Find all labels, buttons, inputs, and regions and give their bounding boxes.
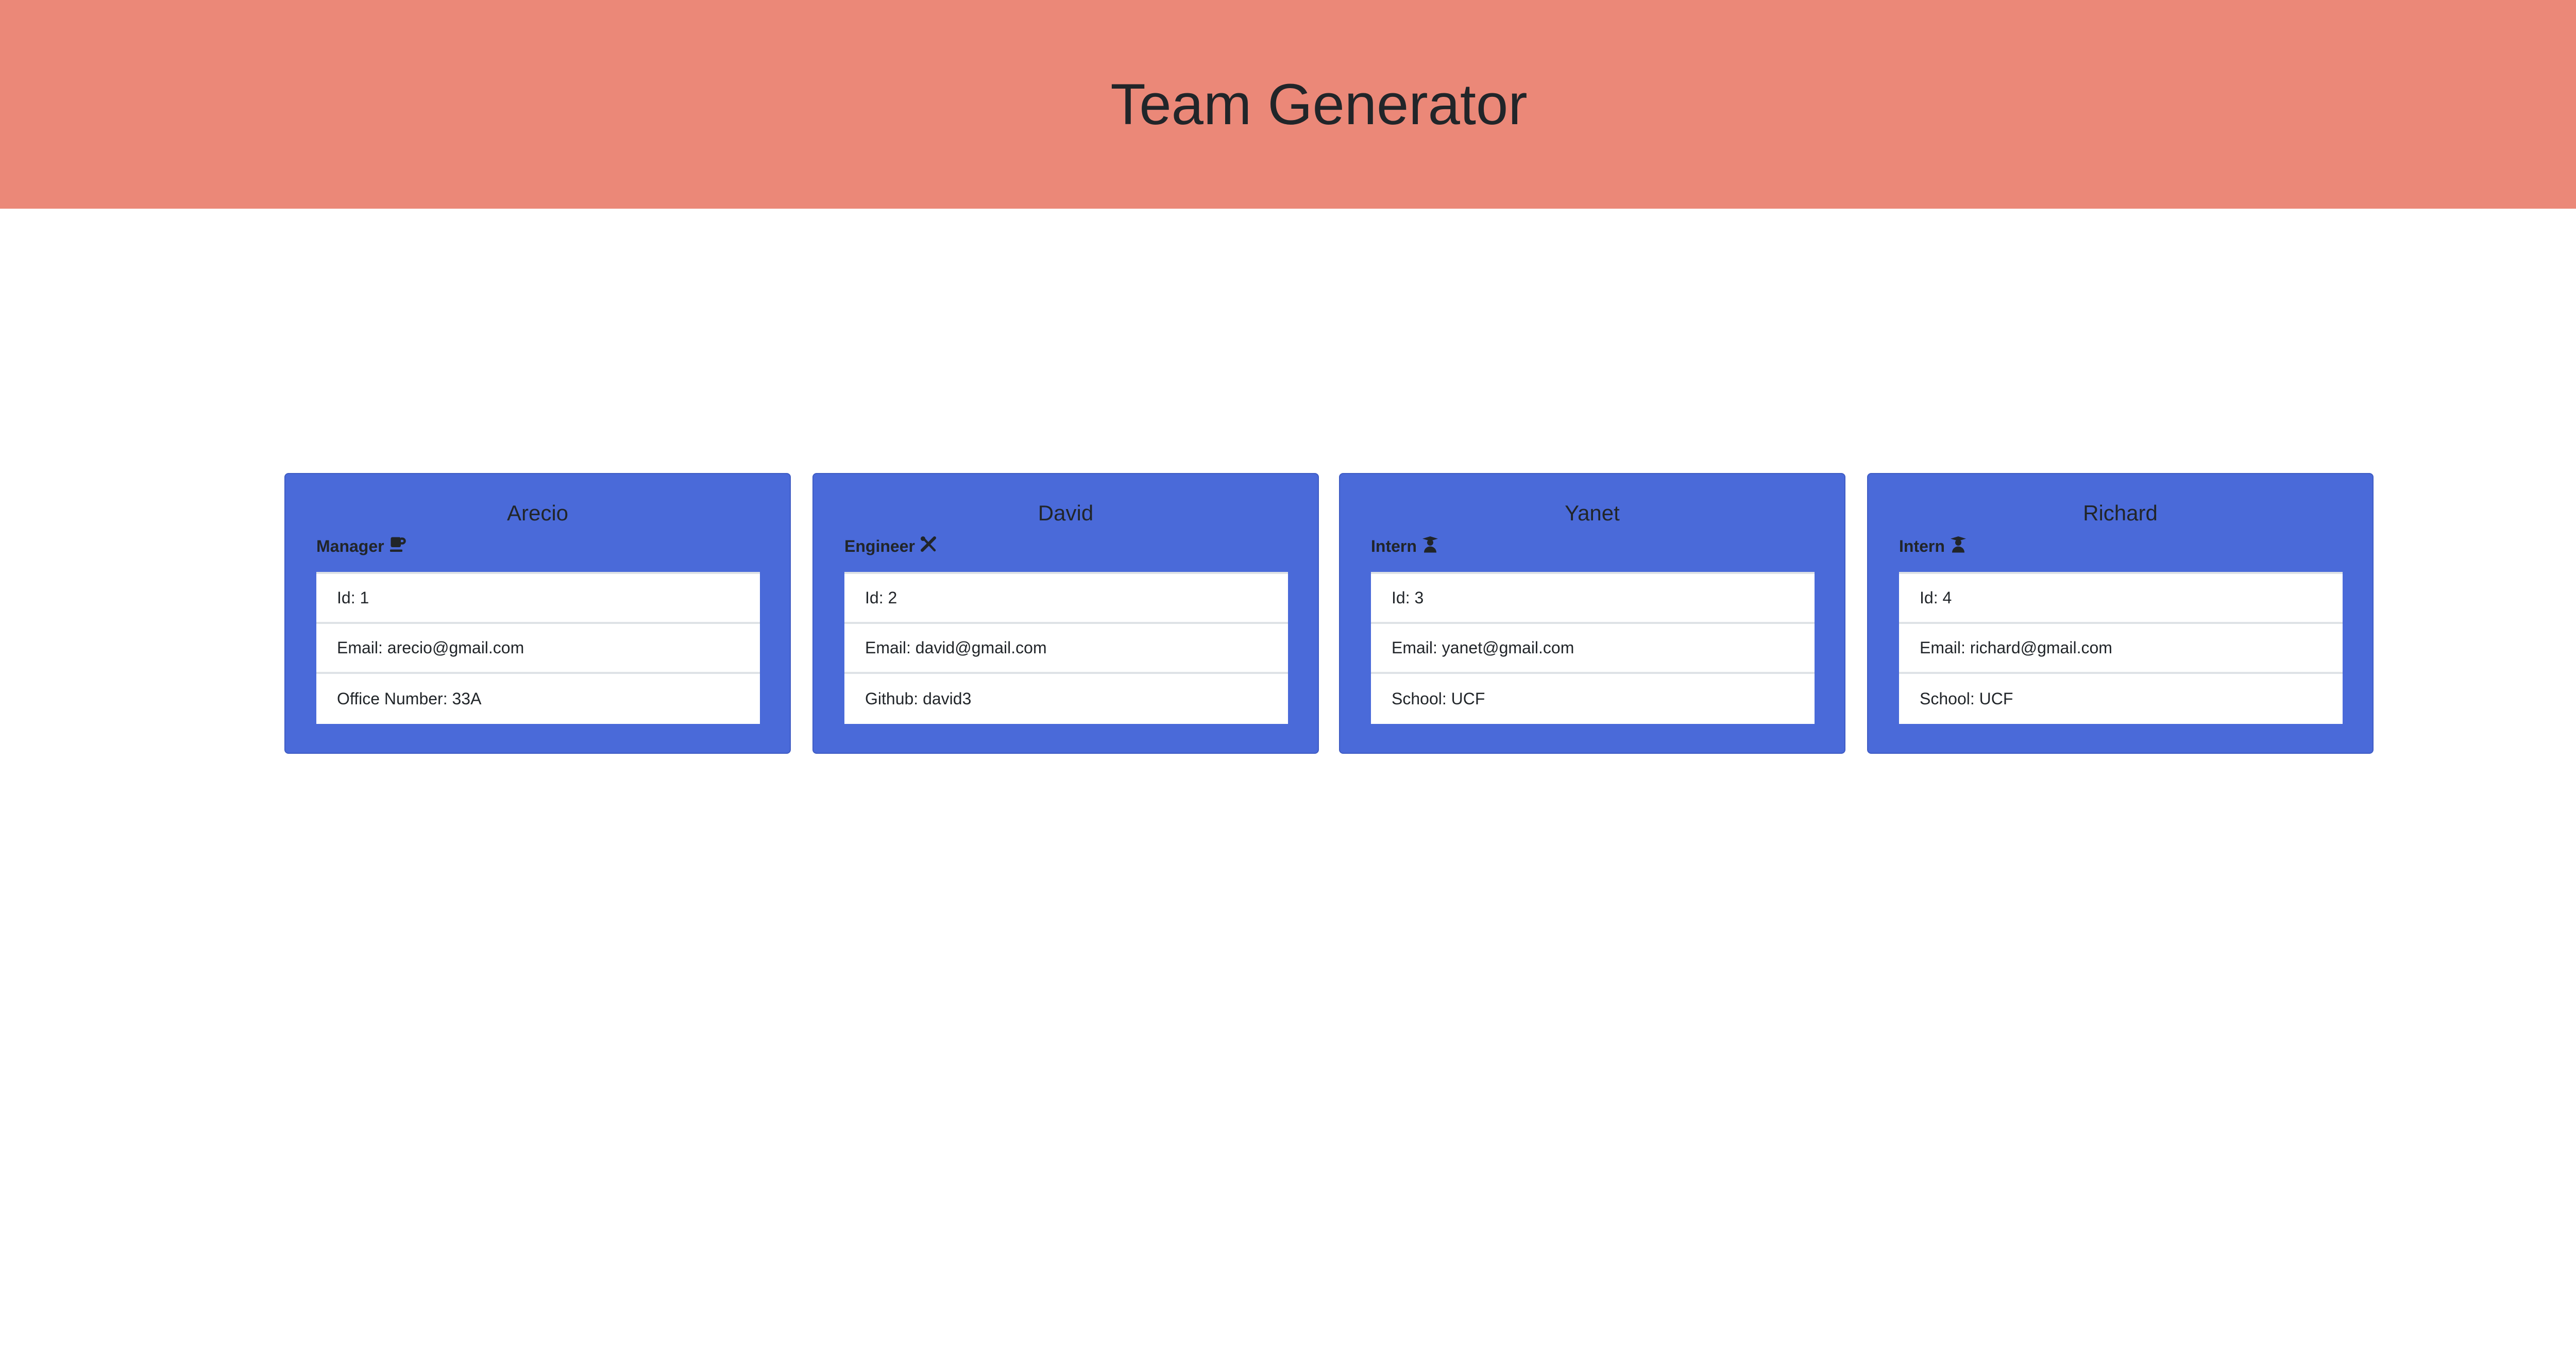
- info-list: Id: 3 Email: yanet@gmail.com School: UCF: [1371, 572, 1815, 724]
- employee-card: David Engineer Id: 2 Email: david@gmail.c…: [812, 473, 1319, 754]
- info-row: Id: 4: [1899, 574, 2343, 624]
- info-row: Id: 1: [316, 574, 760, 624]
- info-row: Email: david@gmail.com: [844, 624, 1288, 674]
- info-list: Id: 1 Email: arecio@gmail.com Office Numbe…: [316, 572, 760, 724]
- employee-card: Yanet Intern Id: 3 Email: yanet@gmail.com…: [1339, 473, 1845, 754]
- info-row: Github: david3: [865, 689, 972, 708]
- info-row: Email: richard@gmail.com: [1899, 624, 2343, 674]
- info-row: Id: 2: [844, 574, 1288, 624]
- info-list: Id: 4 Email: richard@gmail.com School: UCF: [1899, 572, 2343, 724]
- employee-role: Manager: [316, 535, 407, 557]
- employee-name: David: [1038, 501, 1094, 525]
- graduate-icon: [1949, 535, 1968, 557]
- info-row: School: UCF: [1920, 689, 2013, 708]
- role-label: Manager: [316, 536, 384, 555]
- role-label: Engineer: [844, 536, 915, 555]
- info-row: School: UCF: [1392, 689, 1485, 708]
- employee-role: Intern: [1899, 535, 1968, 557]
- role-label: Intern: [1371, 536, 1417, 555]
- employee-role: Intern: [1371, 535, 1439, 557]
- employee-name: Richard: [2083, 501, 2158, 525]
- employee-name: Yanet: [1565, 501, 1620, 525]
- info-row: Office Number: 33A: [337, 689, 482, 708]
- page-title: Team Generator: [1110, 72, 1528, 137]
- graduate-icon: [1421, 535, 1439, 557]
- info-list: Id: 2 Email: david@gmail.com Github: david…: [844, 572, 1288, 724]
- employee-name: Arecio: [506, 501, 569, 525]
- role-label: Intern: [1899, 536, 1945, 555]
- info-row: Email: yanet@gmail.com: [1371, 624, 1815, 674]
- employee-card: Richard Intern Id: 4 Email: richard@gmail…: [1867, 473, 2374, 754]
- tools-icon: [919, 535, 938, 557]
- employee-role: Engineer: [844, 535, 938, 557]
- info-row: Id: 3: [1371, 574, 1815, 624]
- mug-icon: [388, 535, 407, 557]
- info-row: Email: arecio@gmail.com: [316, 624, 760, 674]
- page-header: Team Generator: [0, 0, 2576, 209]
- employee-card: Arecio Manager Id: 1 Email: arecio@gmail.…: [284, 473, 791, 754]
